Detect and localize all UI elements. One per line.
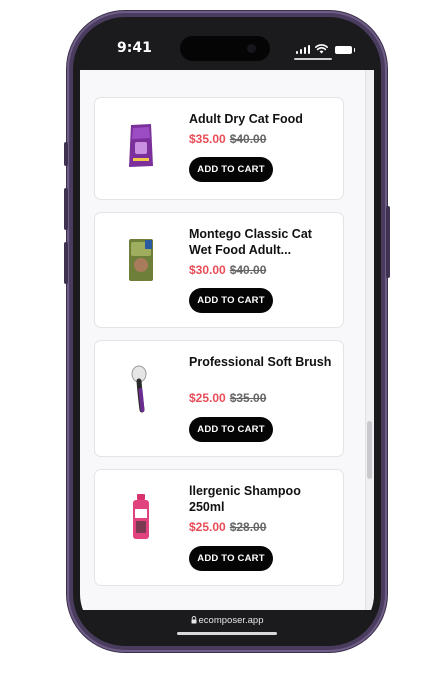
status-time: 9:41: [117, 40, 152, 56]
original-price: $28.00: [229, 520, 267, 534]
product-name[interactable]: Montego Classic Cat Wet Food Adult...: [189, 226, 334, 258]
scrollbar[interactable]: [365, 70, 374, 610]
volume-down-button: [64, 242, 68, 284]
add-to-cart-button[interactable]: ADD TO CART: [189, 288, 273, 313]
product-name[interactable]: Adult Dry Cat Food: [189, 111, 334, 127]
add-to-cart-button[interactable]: ADD TO CART: [189, 157, 273, 182]
product-card[interactable]: Montego Classic Cat Wet Food Adult... $3…: [94, 212, 344, 328]
volume-up-button: [64, 188, 68, 230]
status-bar: 9:41: [80, 24, 374, 70]
price-row: $35.00 $40.00: [189, 132, 266, 146]
phone-screen: 9:41 Adult Dry Cat Food $35.00 $40.00 AD…: [80, 24, 374, 639]
cat-food-bag-icon: [129, 124, 153, 167]
product-name[interactable]: Professional Soft Brush: [189, 354, 334, 370]
sale-price: $30.00: [189, 263, 226, 277]
page-content[interactable]: Adult Dry Cat Food $35.00 $40.00 ADD TO C…: [80, 70, 374, 610]
power-button: [386, 206, 390, 278]
brush-icon: [131, 365, 147, 413]
shampoo-bottle-icon: [133, 494, 149, 539]
product-card[interactable]: llergenic Shampoo 250ml $25.00 $28.00 ADD…: [94, 469, 344, 586]
original-price: $40.00: [229, 132, 267, 146]
lock-icon: [191, 616, 197, 624]
sale-price: $25.00: [189, 520, 226, 534]
wet-food-pack-icon: [129, 239, 153, 281]
url-display[interactable]: ecomposer.app: [80, 615, 374, 626]
add-to-cart-button[interactable]: ADD TO CART: [189, 417, 273, 442]
battery-icon: [335, 46, 355, 54]
status-underline: [294, 58, 332, 60]
product-card[interactable]: Professional Soft Brush $25.00 $35.00 ADD…: [94, 340, 344, 457]
product-list: Adult Dry Cat Food $35.00 $40.00 ADD TO C…: [80, 70, 366, 610]
product-name[interactable]: llergenic Shampoo 250ml: [189, 483, 334, 515]
home-indicator[interactable]: [177, 632, 277, 635]
mute-switch: [64, 142, 68, 166]
price-row: $30.00 $40.00: [189, 263, 266, 277]
camera-icon: [247, 44, 256, 53]
add-to-cart-button[interactable]: ADD TO CART: [189, 546, 273, 571]
original-price: $40.00: [229, 263, 267, 277]
browser-url-bar[interactable]: ecomposer.app: [80, 610, 374, 639]
price-row: $25.00 $28.00: [189, 520, 266, 534]
product-card[interactable]: Adult Dry Cat Food $35.00 $40.00 ADD TO C…: [94, 97, 344, 200]
sale-price: $35.00: [189, 132, 226, 146]
price-row: $25.00 $35.00: [189, 391, 266, 405]
url-text: ecomposer.app: [198, 615, 264, 626]
signal-icon: [295, 44, 310, 54]
sale-price: $25.00: [189, 391, 226, 405]
original-price: $35.00: [229, 391, 267, 405]
scrollbar-thumb[interactable]: [367, 421, 372, 479]
dynamic-island: [180, 36, 270, 61]
wifi-icon: [315, 44, 328, 54]
status-icons: [295, 42, 355, 54]
